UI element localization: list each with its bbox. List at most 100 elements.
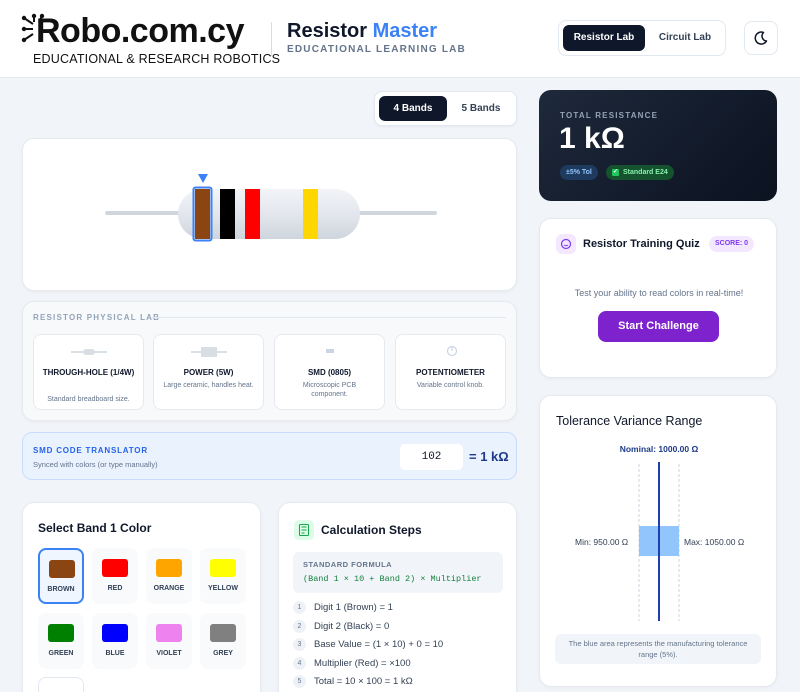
calc-step-text: Digit 2 (Black) = 0 [314, 620, 390, 632]
tab-5-bands[interactable]: 5 Bands [447, 96, 515, 121]
color-swatch [156, 559, 182, 577]
calc-step-text: Total = 10 × 100 = 1 kΩ [314, 676, 413, 687]
band-count-toggle: 4 Bands 5 Bands [374, 91, 517, 126]
tolerance-note: The blue area represents the manufacturi… [555, 634, 761, 664]
resistor-diagram [105, 174, 437, 242]
physical-lab-title: RESISTOR PHYSICAL LAB [33, 313, 161, 322]
theme-toggle-button[interactable] [744, 21, 778, 55]
calc-step-number: 5 [293, 675, 306, 688]
color-swatch [210, 624, 236, 642]
power-resistor-icon [191, 347, 227, 357]
smd-resistor-icon [326, 349, 334, 353]
band-selector-title: Select Band 1 Color [38, 521, 152, 535]
color-swatch [102, 559, 128, 577]
calculator-icon [299, 524, 309, 536]
formula-text: (Band 1 × 10 + Band 2) × Multiplier [303, 574, 482, 584]
tolerance-badge: ±5% Tol [560, 165, 598, 180]
physical-lab-divider [152, 317, 506, 318]
color-option-green[interactable]: GREEN [38, 613, 84, 669]
color-label: GREY [213, 650, 233, 657]
standard-badge-label: Standard E24 [623, 169, 668, 176]
calc-step-number: 4 [293, 656, 306, 670]
smd-translator: SMD CODE TRANSLATOR Synced with colors (… [22, 432, 517, 480]
tab-resistor-lab[interactable]: Resistor Lab [563, 25, 645, 51]
resistor-band-4[interactable] [303, 189, 318, 239]
color-label: ORANGE [153, 585, 185, 592]
color-swatch [156, 624, 182, 642]
physical-type-name: POWER (5W) [183, 368, 234, 377]
quiz-score: SCORE: 0 [709, 236, 755, 252]
color-label: GREEN [48, 650, 74, 657]
physical-type-desc: Microscopic PCB component. [302, 382, 357, 398]
calc-step-text: Base Value = (1 × 10) + 0 = 10 [314, 639, 444, 650]
physical-type-power[interactable]: POWER (5W) Large ceramic, handles heat. [153, 334, 264, 410]
color-option-brown[interactable]: BROWN [38, 548, 84, 604]
potentiometer-icon [446, 345, 458, 357]
resistor-band-1[interactable] [195, 189, 210, 239]
calc-step-text: Digit 1 (Brown) = 1 [314, 602, 393, 613]
quiz-card: Resistor Training Quiz SCORE: 0 Test you… [539, 218, 777, 378]
header-divider [271, 22, 272, 56]
app-title-main: Resistor [287, 20, 368, 42]
calc-step-number: 1 [293, 601, 306, 614]
color-label: BLUE [105, 650, 125, 657]
brain-icon [560, 238, 572, 250]
color-option-orange[interactable]: ORANGE [146, 548, 192, 604]
resistor-band-2[interactable] [220, 189, 235, 239]
app-subtitle: EDUCATIONAL LEARNING LAB [287, 44, 466, 55]
physical-type-name: THROUGH-HOLE (1/4W) [42, 368, 135, 377]
color-option-grey[interactable]: GREY [200, 613, 246, 669]
total-resistance-value: 1 kΩ [559, 122, 625, 155]
quiz-icon-wrap [556, 234, 576, 254]
color-label: RED [107, 585, 123, 592]
color-swatch [49, 560, 75, 578]
color-swatch [48, 624, 74, 642]
selected-band-indicator [198, 174, 208, 183]
calc-step-text: Multiplier (Red) = ×100 [314, 657, 411, 669]
color-option[interactable] [38, 677, 84, 692]
color-option-blue[interactable]: BLUE [92, 613, 138, 669]
total-resistance-label: TOTAL RESISTANCE [560, 111, 659, 120]
start-challenge-button[interactable]: Start Challenge [598, 311, 719, 342]
physical-type-potentiometer[interactable]: POTENTIOMETER Variable control knob. [395, 334, 506, 410]
physical-type-desc: Variable control knob. [416, 382, 485, 389]
physical-type-name: POTENTIOMETER [416, 368, 485, 377]
brand-tagline: EDUCATIONAL & RESEARCH ROBOTICS [33, 52, 281, 66]
formula-box: STANDARD FORMULA (Band 1 × 10 + Band 2) … [293, 552, 503, 593]
physical-type-desc: Large ceramic, handles heat. [163, 382, 254, 389]
app-title-accent: Master [372, 20, 438, 42]
nominal-label: Nominal: 1000.00 Ω [619, 444, 699, 454]
check-icon: ✓ [612, 169, 619, 176]
physical-type-smd[interactable]: SMD (0805) Microscopic PCB component. [274, 334, 385, 410]
formula-label: STANDARD FORMULA [303, 560, 393, 569]
moon-icon [754, 31, 768, 45]
app-header: Robo.com.cy EDUCATIONAL & RESEARCH ROBOT… [0, 0, 800, 78]
smd-result: = 1 kΩ [469, 449, 509, 464]
quiz-title: Resistor Training Quiz [583, 238, 700, 250]
color-option-red[interactable]: RED [92, 548, 138, 604]
tolerance-title: Tolerance Variance Range [556, 414, 703, 428]
max-label: Max: 1050.00 Ω [684, 537, 745, 547]
min-label: Min: 950.00 Ω [575, 537, 629, 547]
quiz-prompt: Test your ability to read colors in real… [574, 288, 744, 298]
color-option-violet[interactable]: VIOLET [146, 613, 192, 669]
standard-badge: ✓ Standard E24 [606, 165, 674, 180]
physical-type-through-hole[interactable]: THROUGH-HOLE (1/4W) Standard breadboard … [33, 334, 144, 410]
calc-icon-wrap [294, 520, 314, 540]
color-label: YELLOW [208, 585, 238, 592]
tab-4-bands[interactable]: 4 Bands [379, 96, 447, 121]
color-swatch [210, 559, 236, 577]
physical-type-desc: Standard breadboard size. [47, 396, 130, 403]
mode-toggle: Resistor Lab Circuit Lab [558, 20, 726, 56]
calc-title: Calculation Steps [321, 523, 422, 537]
brand-logo[interactable]: Robo.com.cy [36, 12, 244, 51]
through-hole-resistor-icon [71, 349, 107, 355]
smd-title: SMD CODE TRANSLATOR [33, 446, 148, 455]
resistor-band-3[interactable] [245, 189, 260, 239]
smd-code-input[interactable] [400, 444, 463, 470]
tab-circuit-lab[interactable]: Circuit Lab [647, 25, 723, 51]
color-label: VIOLET [156, 650, 182, 657]
color-option-yellow[interactable]: YELLOW [200, 548, 246, 604]
app-title: Resistor Master [287, 20, 437, 43]
calc-step-number: 3 [293, 638, 306, 651]
